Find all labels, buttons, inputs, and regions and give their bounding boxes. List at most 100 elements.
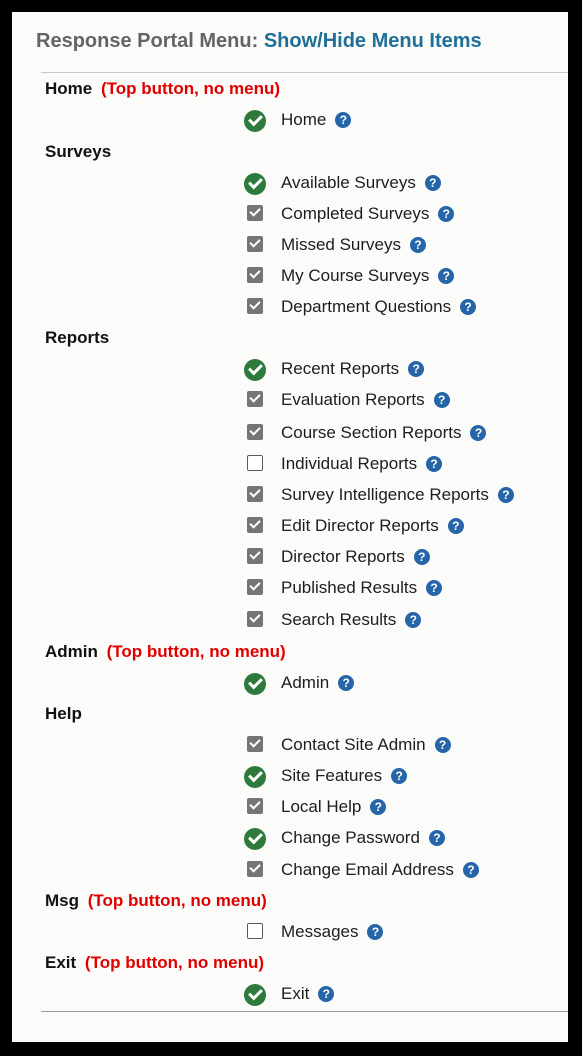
section-msg: Msg (Top button, no menu) xyxy=(45,891,267,911)
menu-item-edit-director-reports: Edit Director Reports? xyxy=(244,515,568,539)
menu-item-label: Individual Reports xyxy=(281,454,418,473)
menu-item-checkbox[interactable] xyxy=(244,515,268,539)
menu-item-survey-intelligence-reports: Survey Intelligence Reports? xyxy=(244,484,568,508)
section-label: Msg xyxy=(45,891,79,910)
checkbox-checked-icon xyxy=(247,861,263,877)
menu-item-label: Course Section Reports xyxy=(281,423,462,442)
help-icon[interactable]: ? xyxy=(433,392,450,408)
check-circle-icon xyxy=(244,828,266,850)
menu-item-label: Survey Intelligence Reports xyxy=(281,485,489,504)
checkbox-checked-icon xyxy=(247,267,263,283)
checkbox-unchecked-icon xyxy=(247,455,263,471)
required-check-icon xyxy=(244,672,268,696)
menu-item-checkbox[interactable] xyxy=(244,265,268,289)
help-icon[interactable]: ? xyxy=(497,487,514,503)
menu-item-checkbox[interactable] xyxy=(244,546,268,570)
menu-item-label: Missed Surveys xyxy=(281,235,401,254)
menu-item-published-results: Published Results? xyxy=(244,577,568,601)
required-check-icon xyxy=(244,358,268,382)
section-label: Exit xyxy=(45,953,77,972)
help-icon[interactable]: ? xyxy=(447,518,464,534)
menu-item-label: Director Reports xyxy=(281,547,405,566)
help-icon[interactable]: ? xyxy=(408,361,425,377)
menu-item-checkbox[interactable] xyxy=(244,921,268,945)
section-admin: Admin (Top button, no menu) xyxy=(45,642,286,662)
menu-item-checkbox[interactable] xyxy=(244,796,268,820)
checkbox-checked-icon xyxy=(247,798,263,814)
menu-item-messages: Messages? xyxy=(244,921,568,945)
check-circle-icon xyxy=(244,359,266,381)
check-circle-icon xyxy=(244,984,266,1006)
help-icon[interactable]: ? xyxy=(367,924,384,940)
help-icon[interactable]: ? xyxy=(335,112,352,128)
menu-item-checkbox[interactable] xyxy=(244,203,268,227)
help-icon[interactable]: ? xyxy=(424,175,441,191)
section-label: Admin xyxy=(45,642,98,661)
show-hide-menu-items-link[interactable]: Show/Hide Menu Items xyxy=(264,30,482,52)
check-circle-icon xyxy=(244,173,266,195)
menu-item-checkbox[interactable] xyxy=(244,296,268,320)
help-icon[interactable]: ? xyxy=(318,986,335,1002)
footer-divider xyxy=(41,1011,568,1012)
menu-item-evaluation-reports: Evaluation Reports? xyxy=(244,389,568,413)
section-note: (Top button, no menu) xyxy=(87,891,267,910)
menu-item-checkbox[interactable] xyxy=(244,609,268,633)
screenshot-frame: Response Portal Menu: Show/Hide Menu Ite… xyxy=(0,0,582,1056)
menu-item-checkbox[interactable] xyxy=(244,484,268,508)
help-icon[interactable]: ? xyxy=(434,737,451,753)
menu-item-label: Home xyxy=(281,110,327,129)
help-icon[interactable]: ? xyxy=(460,299,477,315)
help-icon[interactable]: ? xyxy=(428,830,445,846)
check-circle-icon xyxy=(244,673,266,695)
section-label: Reports xyxy=(45,328,110,347)
menu-item-label: Site Features xyxy=(281,766,383,785)
section-note: (Top button, no menu) xyxy=(106,642,286,661)
checkbox-checked-icon xyxy=(247,298,263,314)
section-exit: Exit (Top button, no menu) xyxy=(45,953,264,973)
help-icon[interactable]: ? xyxy=(438,268,455,284)
header-divider xyxy=(41,72,568,73)
check-circle-icon xyxy=(244,766,266,788)
menu-item-home: Home? xyxy=(244,109,568,133)
menu-item-label: Completed Surveys xyxy=(281,204,430,223)
menu-item-label: Contact Site Admin xyxy=(281,735,426,754)
menu-item-checkbox[interactable] xyxy=(244,859,268,883)
help-icon[interactable]: ? xyxy=(462,862,479,878)
menu-settings-panel: Response Portal Menu: Show/Hide Menu Ite… xyxy=(12,12,568,1042)
menu-item-checkbox[interactable] xyxy=(244,453,268,477)
help-icon[interactable]: ? xyxy=(338,675,355,691)
section-home: Home (Top button, no menu) xyxy=(45,79,280,99)
menu-item-recent-reports: Recent Reports? xyxy=(244,358,568,382)
section-reports: Reports xyxy=(45,328,109,348)
menu-item-search-results: Search Results? xyxy=(244,609,568,633)
menu-item-label: Recent Reports xyxy=(281,359,400,378)
checkbox-checked-icon xyxy=(247,517,263,533)
menu-item-label: Search Results xyxy=(281,610,397,629)
help-icon[interactable]: ? xyxy=(470,425,487,441)
section-label: Home xyxy=(45,79,93,98)
checkbox-checked-icon xyxy=(247,486,263,502)
help-icon[interactable]: ? xyxy=(438,206,455,222)
section-note: (Top button, no menu) xyxy=(84,953,264,972)
menu-item-checkbox[interactable] xyxy=(244,577,268,601)
menu-item-label: Available Surveys xyxy=(281,173,416,192)
help-icon[interactable]: ? xyxy=(391,768,408,784)
menu-item-checkbox[interactable] xyxy=(244,234,268,258)
menu-item-checkbox[interactable] xyxy=(244,389,268,413)
help-icon[interactable]: ? xyxy=(409,237,426,253)
help-icon[interactable]: ? xyxy=(413,549,430,565)
required-check-icon xyxy=(244,172,268,196)
section-help: Help xyxy=(45,704,82,724)
menu-item-label: Evaluation Reports xyxy=(281,390,425,409)
menu-item-checkbox[interactable] xyxy=(244,422,268,446)
checkbox-checked-icon xyxy=(247,391,263,407)
help-icon[interactable]: ? xyxy=(405,612,422,628)
required-check-icon xyxy=(244,827,268,851)
help-icon[interactable]: ? xyxy=(426,456,443,472)
menu-item-checkbox[interactable] xyxy=(244,734,268,758)
help-icon[interactable]: ? xyxy=(426,580,443,596)
menu-item-missed-surveys: Missed Surveys? xyxy=(244,234,568,258)
help-icon[interactable]: ? xyxy=(370,799,387,815)
menu-item-label: Messages xyxy=(281,922,359,941)
page-title: Response Portal Menu: Show/Hide Menu Ite… xyxy=(36,30,482,53)
